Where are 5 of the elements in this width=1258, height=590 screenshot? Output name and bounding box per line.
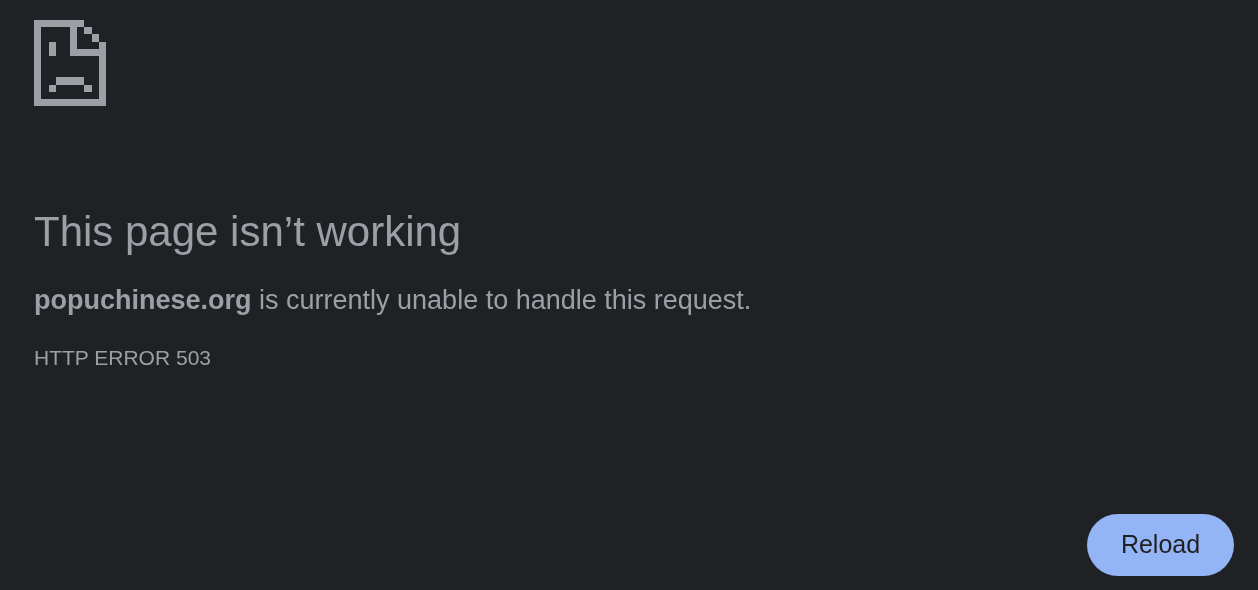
error-heading: This page isn’t working [34, 207, 463, 257]
sad-page-icon [34, 20, 106, 106]
error-message: popuchinese.org is currently unable to handle this request. [34, 284, 753, 317]
error-code: HTTP ERROR 503 [34, 345, 212, 371]
reload-button[interactable]: Reload [1087, 514, 1234, 576]
